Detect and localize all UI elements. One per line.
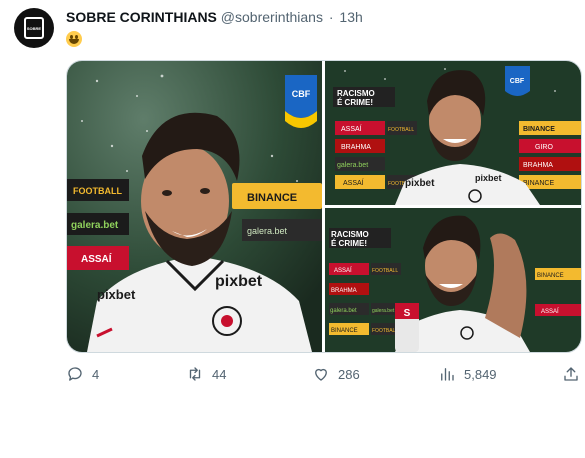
media-photo-1[interactable]: CBF FOOTBALL galera.bet ASSAÍ BINANCE ga… bbox=[67, 61, 322, 352]
board-label: ASSAÍ bbox=[541, 308, 559, 315]
separator-dot: · bbox=[328, 9, 334, 25]
board-label: BRAHMA bbox=[341, 144, 371, 151]
tweet-header: SOBRE CORINTHIANS @sobrerinthians · 13h bbox=[66, 9, 363, 25]
handle[interactable]: @sobrerinthians bbox=[221, 9, 323, 25]
heart-icon bbox=[315, 368, 327, 381]
board-label: ASSAÍ bbox=[334, 267, 352, 274]
board-label: BINANCE bbox=[523, 126, 555, 133]
retweet-icon bbox=[189, 367, 201, 381]
banner-text: RACISMO bbox=[337, 89, 375, 98]
board-label: BINANCE bbox=[537, 273, 564, 279]
board-label: BINANCE bbox=[331, 328, 358, 334]
retweet-button[interactable]: 44 bbox=[186, 365, 226, 383]
views-bar-chart-icon bbox=[441, 368, 454, 381]
like-count: 286 bbox=[338, 366, 360, 382]
reply-count: 4 bbox=[92, 366, 100, 382]
board-label: ASSAÍ bbox=[81, 252, 112, 265]
board-label: FOOTBALL bbox=[73, 186, 122, 196]
media-grid: CBF FOOTBALL galera.bet ASSAÍ BINANCE ga… bbox=[66, 60, 582, 353]
share-button[interactable] bbox=[562, 365, 580, 383]
microphone-label: S bbox=[404, 308, 411, 319]
shirt-sponsor-text: pixbet bbox=[405, 178, 435, 189]
board-label: ASSAÍ bbox=[341, 124, 362, 133]
reply-icon bbox=[68, 367, 82, 381]
banner-text: RACISMO bbox=[331, 230, 369, 239]
grinning-face-emoji-icon bbox=[66, 30, 82, 47]
avatar-logo-text: SOBRE bbox=[26, 25, 42, 31]
views-button[interactable]: 5,849 bbox=[438, 365, 497, 383]
board-label: BINANCE bbox=[523, 180, 554, 187]
media-photo-3[interactable]: RACISMO É CRIME! ASSAÍ BRAHMA galera.bet… bbox=[325, 208, 581, 352]
display-name[interactable]: SOBRE CORINTHIANS bbox=[66, 9, 217, 25]
shirt-sponsor-text: pixbet bbox=[475, 173, 502, 183]
board-label: galera.bet bbox=[247, 226, 288, 236]
board-label: BINANCE bbox=[247, 192, 297, 204]
cbf-logo-text: CBF bbox=[510, 78, 525, 85]
views-count: 5,849 bbox=[464, 366, 497, 382]
board-label: FOOTBALL bbox=[372, 328, 398, 334]
media-photo-2[interactable]: RACISMO É CRIME! CBF ASSAÍ BRAHMA galera… bbox=[325, 61, 581, 205]
tweet-text bbox=[66, 30, 82, 48]
shirt-sponsor-text: pixbet bbox=[215, 273, 263, 290]
tweet-actions: 4 44 286 5,849 bbox=[66, 365, 580, 385]
board-label: BRAHMA bbox=[331, 288, 357, 294]
retweet-count: 44 bbox=[212, 366, 227, 382]
share-icon bbox=[564, 367, 578, 381]
cbf-logo-text: CBF bbox=[292, 89, 311, 99]
avatar[interactable]: SOBRE bbox=[14, 8, 54, 48]
board-label: galera.bet bbox=[372, 308, 395, 314]
banner-text: É CRIME! bbox=[337, 98, 373, 107]
board-label: BRAHMA bbox=[523, 162, 553, 169]
board-label: galera.bet bbox=[337, 162, 368, 169]
board-label: ASSAÍ bbox=[343, 178, 364, 187]
shirt-sponsor-text: pixbet bbox=[97, 287, 136, 302]
reply-button[interactable]: 4 bbox=[66, 365, 99, 383]
corinthians-logo-icon: SOBRE bbox=[24, 17, 44, 39]
board-label: GIRO bbox=[535, 144, 553, 151]
like-button[interactable]: 286 bbox=[312, 365, 360, 383]
board-label: FOOTBALL bbox=[372, 268, 398, 274]
board-label: galera.bet bbox=[330, 308, 357, 314]
banner-text: É CRIME! bbox=[331, 239, 367, 248]
timestamp[interactable]: 13h bbox=[339, 9, 362, 25]
board-label: galera.bet bbox=[71, 220, 119, 231]
board-label: FOOTBALL bbox=[388, 127, 414, 133]
